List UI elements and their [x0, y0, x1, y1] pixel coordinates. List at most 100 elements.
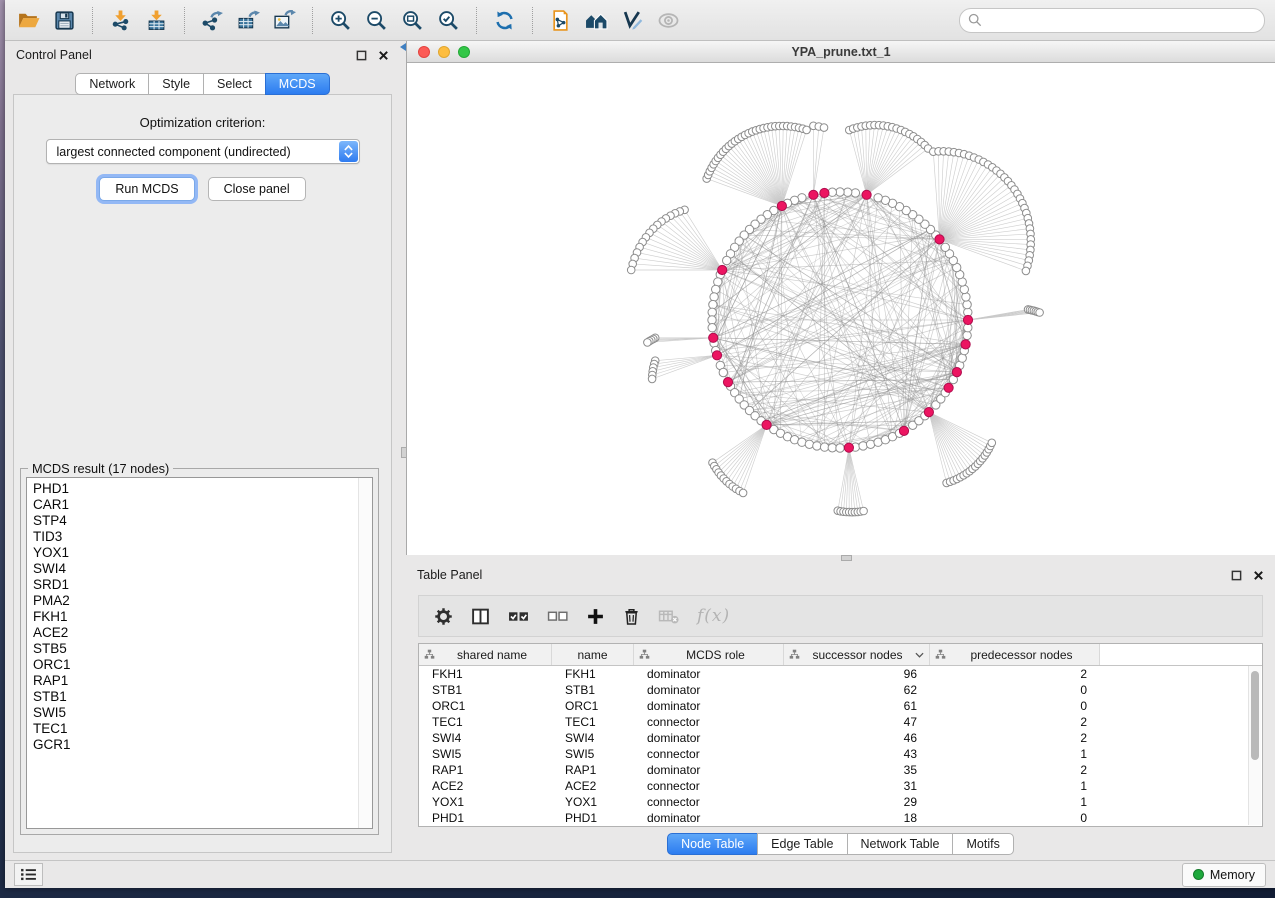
mcds-result-scrollbar[interactable] [358, 478, 372, 828]
network-ring-node[interactable] [963, 331, 971, 339]
network-ring-node[interactable] [723, 256, 731, 264]
table-cell[interactable]: 2 [930, 714, 1100, 730]
home-pages-icon[interactable] [583, 7, 610, 34]
table-cell[interactable]: FKH1 [419, 666, 552, 682]
network-mcds-node[interactable] [961, 340, 970, 349]
network-ring-node[interactable] [836, 444, 844, 452]
network-ring-node[interactable] [836, 188, 844, 196]
zoom-selected-icon[interactable] [435, 7, 462, 34]
table-cell[interactable]: 0 [930, 810, 1100, 826]
table-cell[interactable]: dominator [634, 730, 784, 746]
network-ring-node[interactable] [874, 194, 882, 202]
table-row[interactable]: SWI4SWI4dominator462 [419, 730, 1262, 746]
network-mcds-node[interactable] [844, 443, 853, 452]
column-header-name[interactable]: name [552, 644, 634, 665]
table-cell[interactable]: connector [634, 794, 784, 810]
network-ring-node[interactable] [709, 300, 717, 308]
table-cell[interactable]: SWI5 [419, 746, 552, 762]
network-ring-node[interactable] [828, 444, 836, 452]
table-cell[interactable]: 0 [930, 682, 1100, 698]
table-cell[interactable]: connector [634, 714, 784, 730]
table-cell[interactable]: 47 [784, 714, 930, 730]
table-cell[interactable]: STB1 [552, 682, 634, 698]
table-cell[interactable]: 1 [930, 746, 1100, 762]
table-cell[interactable]: ACE2 [419, 778, 552, 794]
network-ring-node[interactable] [851, 189, 859, 197]
network-from-table-icon[interactable] [547, 7, 574, 34]
network-ring-node[interactable] [708, 324, 716, 332]
mcds-result-node[interactable]: SWI5 [33, 705, 354, 721]
open-file-icon[interactable] [15, 7, 42, 34]
table-cell[interactable]: SWI5 [552, 746, 634, 762]
show-columns-icon[interactable] [471, 607, 490, 626]
export-table-icon[interactable] [235, 7, 262, 34]
mcds-result-node[interactable]: PMA2 [33, 593, 354, 609]
network-mcds-node[interactable] [952, 368, 961, 377]
network-mcds-node[interactable] [935, 235, 944, 244]
show-graphics-details-icon[interactable] [655, 7, 682, 34]
network-ring-node[interactable] [844, 188, 852, 196]
table-cell[interactable]: 29 [784, 794, 930, 810]
network-leaf-node[interactable] [1036, 309, 1044, 317]
network-leaf-node[interactable] [988, 439, 996, 447]
network-mcds-node[interactable] [777, 201, 786, 210]
zoom-out-icon[interactable] [363, 7, 390, 34]
table-scrollbar[interactable] [1248, 666, 1261, 825]
export-image-icon[interactable] [271, 7, 298, 34]
table-tab-edge-table[interactable]: Edge Table [757, 833, 847, 855]
network-leaf-node[interactable] [820, 124, 828, 132]
run-mcds-button[interactable]: Run MCDS [99, 177, 194, 201]
table-row[interactable]: ACE2ACE2connector311 [419, 778, 1262, 794]
vertical-splitter[interactable] [400, 41, 406, 860]
table-cell[interactable]: connector [634, 778, 784, 794]
close-table-panel-icon[interactable] [1253, 570, 1264, 581]
minimize-window-button[interactable] [438, 46, 450, 58]
import-network-icon[interactable] [107, 7, 134, 34]
table-cell[interactable]: SWI4 [552, 730, 634, 746]
tab-network[interactable]: Network [75, 73, 149, 95]
float-table-panel-icon[interactable] [1231, 570, 1242, 581]
network-mcds-node[interactable] [820, 188, 829, 197]
task-history-button[interactable] [14, 863, 43, 886]
table-row[interactable]: PHD1PHD1dominator180 [419, 810, 1262, 826]
table-cell[interactable]: FKH1 [552, 666, 634, 682]
table-cell[interactable]: YOX1 [552, 794, 634, 810]
horizontal-splitter[interactable] [406, 555, 1275, 561]
mcds-result-node[interactable]: STP4 [33, 513, 354, 529]
close-window-button[interactable] [418, 46, 430, 58]
network-leaf-node[interactable] [803, 126, 811, 134]
network-leaf-node[interactable] [644, 339, 652, 347]
mcds-result-node[interactable]: STB5 [33, 641, 354, 657]
table-row[interactable]: TEC1TEC1connector472 [419, 714, 1262, 730]
network-mcds-node[interactable] [924, 408, 933, 417]
add-column-icon[interactable] [586, 607, 605, 626]
network-ring-node[interactable] [962, 293, 970, 301]
network-ring-node[interactable] [813, 442, 821, 450]
table-cell[interactable]: connector [634, 746, 784, 762]
network-leaf-node[interactable] [1022, 267, 1030, 275]
search-input[interactable] [987, 12, 1256, 28]
save-session-icon[interactable] [51, 7, 78, 34]
mcds-result-node[interactable]: RAP1 [33, 673, 354, 689]
tab-style[interactable]: Style [148, 73, 204, 95]
table-cell[interactable]: 43 [784, 746, 930, 762]
table-cell[interactable]: 61 [784, 698, 930, 714]
table-cell[interactable]: ORC1 [552, 698, 634, 714]
table-row[interactable]: ORC1ORC1dominator610 [419, 698, 1262, 714]
table-cell[interactable]: SWI4 [419, 730, 552, 746]
table-cell[interactable]: dominator [634, 762, 784, 778]
network-ring-node[interactable] [708, 308, 716, 316]
tab-select[interactable]: Select [203, 73, 266, 95]
table-tab-network-table[interactable]: Network Table [847, 833, 954, 855]
network-edges[interactable] [631, 125, 1039, 512]
table-cell[interactable]: PHD1 [419, 810, 552, 826]
criterion-dropdown[interactable]: largest connected component (undirected) [46, 139, 360, 164]
table-cell[interactable]: ACE2 [552, 778, 634, 794]
splitter-collapse-icon[interactable] [400, 43, 406, 51]
table-tab-motifs[interactable]: Motifs [952, 833, 1013, 855]
network-leaf-node[interactable] [860, 507, 868, 515]
network-mcds-node[interactable] [862, 190, 871, 199]
table-cell[interactable]: 2 [930, 730, 1100, 746]
network-mcds-node[interactable] [712, 351, 721, 360]
network-mcds-node[interactable] [718, 265, 727, 274]
